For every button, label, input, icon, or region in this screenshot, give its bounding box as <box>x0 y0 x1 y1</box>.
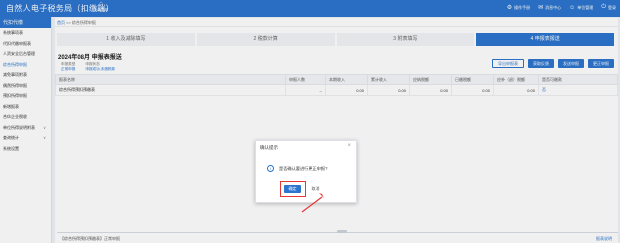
annotation-arrow <box>301 193 324 213</box>
arrow-line <box>301 196 323 213</box>
